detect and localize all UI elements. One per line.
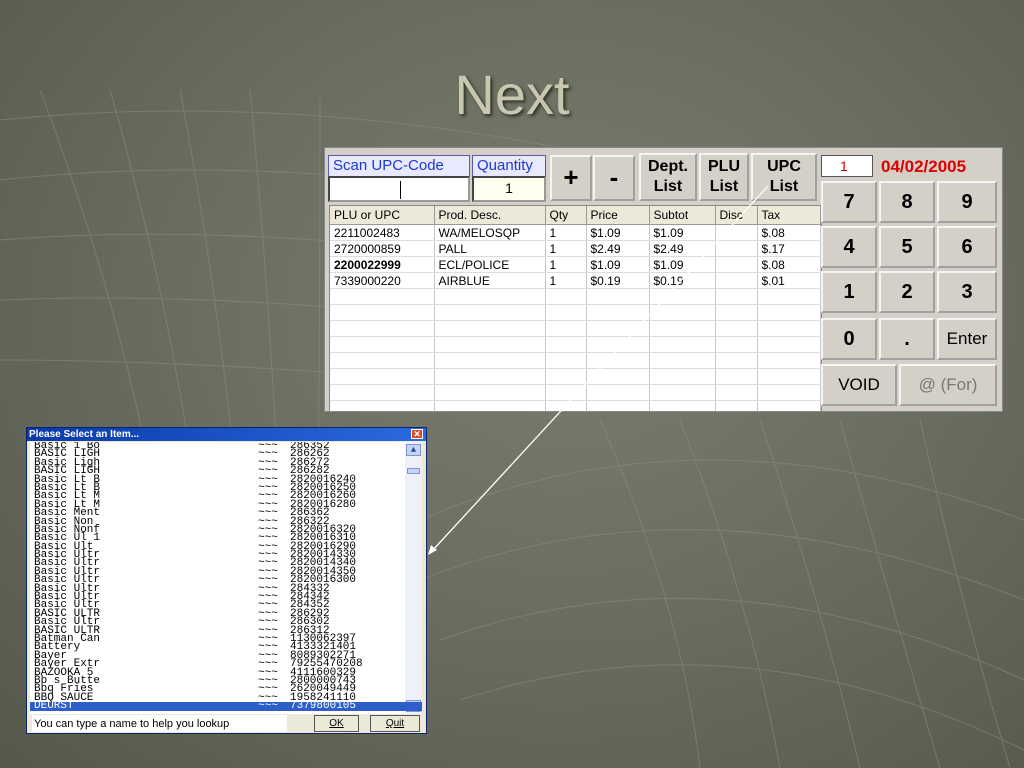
quit-button[interactable]: Quit: [370, 715, 420, 732]
item-name: DEURST: [34, 700, 74, 713]
lookup-hint: You can type a name to help you lookup: [32, 715, 287, 732]
item-code: 7379800105: [290, 700, 357, 713]
list-item[interactable]: Batman Can ~~~ 1130062397: [30, 633, 422, 645]
select-item-dialog: Please Select an Item... ✕ ▲ ▼ Basic 1 B…: [26, 427, 427, 734]
item-list[interactable]: ▲ ▼ Basic 1 Bo~~~286352BASIC LIGH~~~2862…: [30, 442, 422, 714]
item-separator: ~~~: [258, 700, 278, 713]
dialog-titlebar: Please Select an Item... ✕: [27, 428, 426, 441]
close-icon[interactable]: ✕: [411, 429, 423, 439]
list-item[interactable]: BBQ SAUCE ~~~ 1958241110: [30, 692, 422, 704]
list-item[interactable]: DEURST ~~~ 7379800105: [30, 700, 422, 713]
dialog-title: Please Select an Item...: [29, 429, 140, 440]
dialog-footer: You can type a name to help you lookup O…: [27, 714, 426, 733]
ok-button[interactable]: OK: [314, 715, 359, 732]
list-item[interactable]: Battery ~~~ 4133321401: [30, 642, 422, 654]
